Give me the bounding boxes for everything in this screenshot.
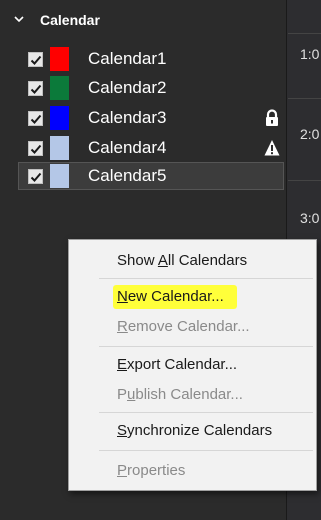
- menu-item-show-all-calendars[interactable]: Show All Calendars: [69, 246, 316, 276]
- calendar-color-swatch: [50, 164, 69, 188]
- checkmark-icon: [30, 144, 42, 154]
- calendar-color-swatch: [50, 136, 69, 160]
- time-slot-label: 2:0: [300, 126, 320, 142]
- checkmark-icon: [30, 55, 42, 65]
- menu-label-part: ynchronize Calendars: [127, 422, 273, 439]
- day-view-header: [288, 0, 321, 34]
- checkmark-icon: [30, 172, 42, 182]
- menu-item-export-calendar[interactable]: Export Calendar...: [69, 350, 316, 380]
- calendar-label: Calendar1: [88, 49, 167, 68]
- menu-label-part: Show: [117, 252, 158, 269]
- menu-label-part: ew Calendar...: [127, 288, 224, 305]
- menu-label-part: roperties: [127, 462, 186, 479]
- calendar-label: Calendar3: [88, 108, 167, 127]
- calendar-color-swatch: [50, 76, 69, 100]
- calendar-checkbox[interactable]: [28, 141, 43, 156]
- access-key: S: [117, 422, 128, 439]
- calendar-color-swatch: [50, 106, 69, 130]
- calendar-checkbox[interactable]: [28, 81, 43, 96]
- calendar-label: Calendar2: [88, 78, 167, 97]
- hour-divider: [288, 98, 321, 99]
- access-key: N: [117, 288, 128, 305]
- menu-separator: [99, 278, 313, 279]
- warning-icon: [264, 140, 280, 156]
- access-key: A: [157, 252, 168, 269]
- calendar-label: Calendar4: [88, 138, 167, 157]
- menu-label-part: xport Calendar...: [127, 356, 238, 373]
- access-key: E: [117, 356, 128, 373]
- calendar-label: Calendar5: [88, 166, 167, 185]
- calendar-group-title: Calendar: [40, 12, 100, 28]
- calendar-item-calendar2[interactable]: Calendar2: [0, 74, 287, 102]
- menu-item-remove-calendar: Remove Calendar...: [69, 312, 316, 342]
- menu-label-part: P: [117, 386, 128, 403]
- access-key: R: [117, 318, 128, 335]
- menu-label-part: ll Calendars: [167, 252, 248, 269]
- menu-separator: [99, 412, 313, 413]
- hour-divider: [288, 180, 321, 181]
- menu-item-synchronize-calendars[interactable]: Synchronize Calendars: [69, 416, 316, 446]
- lock-icon: [266, 109, 278, 126]
- calendar-item-calendar4[interactable]: Calendar4: [0, 134, 287, 162]
- checkmark-icon: [30, 84, 42, 94]
- calendar-checkbox[interactable]: [28, 169, 43, 184]
- chevron-down-icon: [14, 16, 24, 23]
- access-key: P: [117, 462, 128, 479]
- menu-separator: [99, 450, 313, 451]
- menu-item-properties: Properties: [69, 456, 316, 486]
- calendar-checkbox[interactable]: [28, 52, 43, 67]
- calendar-item-calendar3[interactable]: Calendar3: [0, 104, 287, 132]
- calendar-item-calendar1[interactable]: Calendar1: [0, 45, 287, 73]
- menu-label-part: emove Calendar...: [127, 318, 250, 335]
- calendar-context-menu: Show All Calendars New Calendar... Remov…: [68, 239, 317, 491]
- calendar-item-calendar5[interactable]: Calendar5: [18, 162, 284, 190]
- calendar-checkbox[interactable]: [28, 111, 43, 126]
- time-slot-label: 1:0: [300, 46, 320, 62]
- menu-separator: [99, 346, 313, 347]
- time-slot-label: 3:0: [300, 210, 320, 226]
- calendar-group-header[interactable]: Calendar: [0, 0, 287, 40]
- menu-label-part: blish Calendar...: [135, 386, 243, 403]
- menu-item-publish-calendar: Publish Calendar...: [69, 380, 316, 410]
- calendar-color-swatch: [50, 47, 69, 71]
- menu-item-new-calendar[interactable]: New Calendar...: [69, 282, 316, 312]
- checkmark-icon: [30, 114, 42, 124]
